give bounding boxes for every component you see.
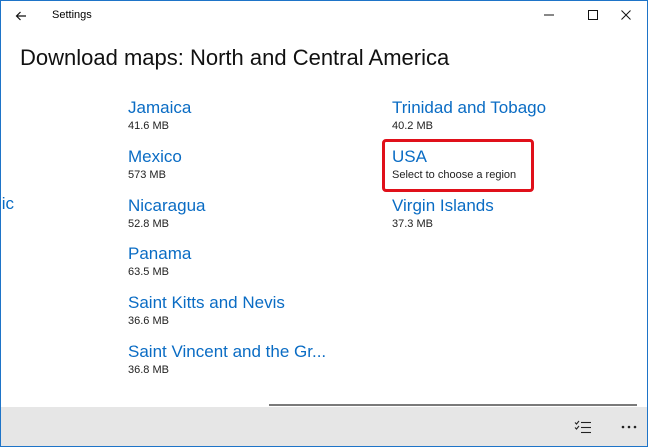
map-item-panama[interactable]: Panama 63.5 MB [128, 244, 191, 279]
horizontal-scrollbar[interactable] [269, 404, 637, 406]
map-size: 52.8 MB [128, 218, 169, 230]
map-size: 41.6 MB [128, 120, 169, 132]
map-item-saint-vincent[interactable]: Saint Vincent and the Gr... 36.8 MB [128, 342, 326, 377]
back-button[interactable] [1, 1, 41, 31]
settings-window: Settings Download maps: North and Centra… [0, 0, 648, 447]
window-title: Settings [52, 9, 92, 21]
map-name[interactable]: Saint Kitts and Nevis [128, 293, 285, 313]
map-item-jamaica[interactable]: Jamaica 41.6 MB [128, 98, 191, 133]
map-name[interactable]: Panama [128, 244, 191, 264]
map-size: 40.2 MB [392, 120, 433, 132]
map-name[interactable]: Mexico [128, 147, 182, 167]
minimize-button[interactable] [527, 1, 571, 29]
map-item-virgin-islands[interactable]: Virgin Islands 37.3 MB [392, 196, 494, 231]
title-bar: Settings [1, 1, 647, 31]
map-name[interactable]: Jamaica [128, 98, 191, 118]
map-item-trinidad-and-tobago[interactable]: Trinidad and Tobago 40.2 MB [392, 98, 546, 133]
map-size: 63.5 MB [128, 266, 169, 278]
map-item-mexico[interactable]: Mexico 573 MB [128, 147, 182, 182]
more-button[interactable] [609, 407, 647, 446]
map-item-saint-kitts-and-nevis[interactable]: Saint Kitts and Nevis 36.6 MB [128, 293, 285, 328]
map-item-nicaragua[interactable]: Nicaragua 52.8 MB [128, 196, 206, 231]
clipped-map-item[interactable]: lic [1, 194, 14, 214]
map-name[interactable]: Nicaragua [128, 196, 206, 216]
close-icon [621, 10, 631, 20]
close-button[interactable] [605, 1, 647, 29]
select-list-icon [574, 420, 591, 433]
map-size: 37.3 MB [392, 218, 433, 230]
map-size: 573 MB [128, 169, 166, 181]
map-name[interactable]: Saint Vincent and the Gr... [128, 342, 326, 362]
maximize-icon [588, 10, 598, 20]
map-size: 36.8 MB [128, 364, 169, 376]
page-title: Download maps: North and Central America [20, 45, 450, 70]
map-name[interactable]: Virgin Islands [392, 196, 494, 216]
back-arrow-icon [15, 11, 26, 21]
minimize-icon [544, 14, 554, 16]
map-size: 36.6 MB [128, 315, 169, 327]
command-bar [1, 407, 647, 446]
select-button[interactable] [563, 407, 603, 446]
map-name[interactable]: Trinidad and Tobago [392, 98, 546, 118]
usa-highlight-box [382, 139, 534, 192]
more-ellipsis-icon [621, 425, 637, 428]
